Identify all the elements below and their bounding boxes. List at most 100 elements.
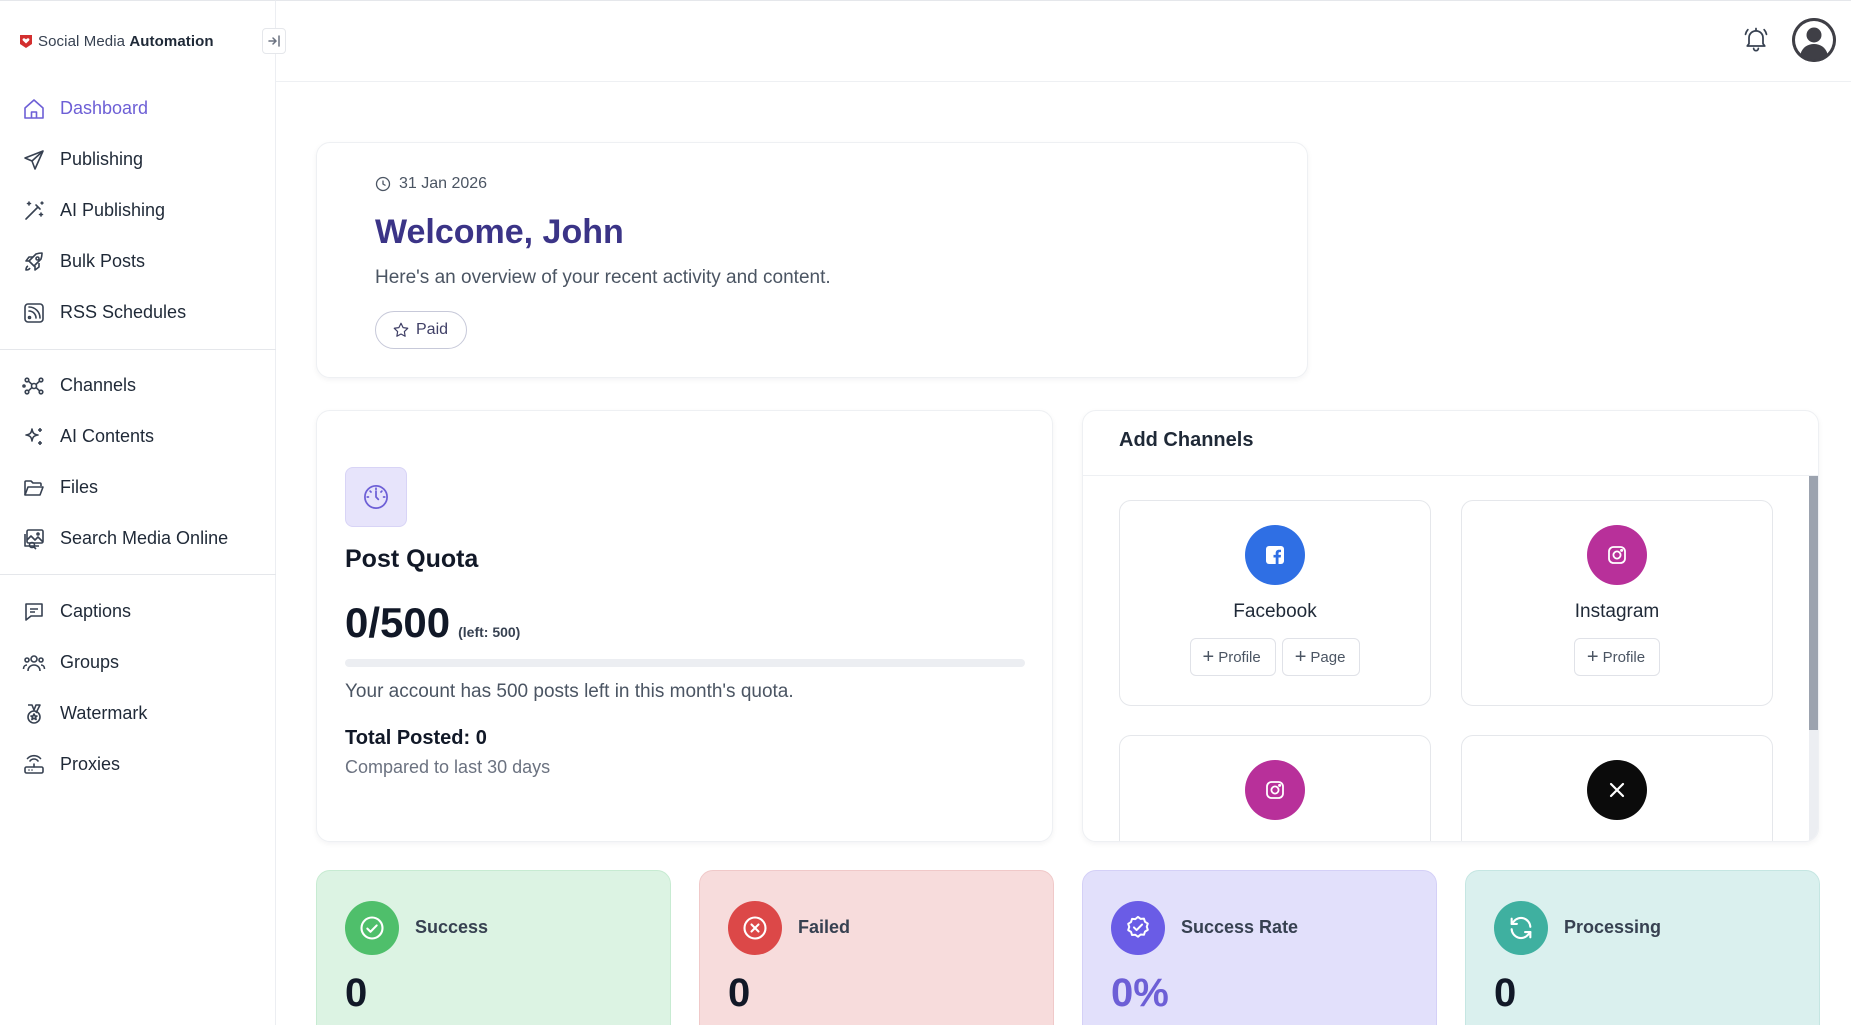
users-group-icon	[22, 654, 46, 671]
channels-scrollbar[interactable]	[1809, 476, 1818, 841]
caption-message-icon	[25, 602, 43, 621]
user-avatar[interactable]	[1792, 18, 1836, 62]
sidebar-item-ai-publishing[interactable]: AI Publishing	[0, 185, 276, 236]
stat-value: 0	[1494, 971, 1517, 1015]
medal-icon	[27, 703, 41, 724]
rocket-icon	[25, 251, 43, 271]
sparkles-icon	[25, 427, 42, 445]
current-date: 31 Jan 2026	[399, 175, 488, 192]
sidebar: Social Media Automation Dashboard Publis…	[0, 0, 286, 1025]
sidebar-item-label: Captions	[60, 601, 132, 621]
sidebar-item-label: Watermark	[60, 703, 148, 723]
home-icon	[24, 98, 44, 119]
notifications-button[interactable]	[1742, 25, 1770, 53]
plus-icon: +	[1294, 646, 1307, 668]
folder-open-icon	[24, 479, 44, 496]
channels-list: Facebook + Profile + Page Instagram + Profi…	[1083, 476, 1818, 841]
channel-card-instagram-business[interactable]	[1119, 735, 1431, 841]
sidebar-item-label: AI Publishing	[60, 200, 166, 220]
stat-card-success: Success 0	[316, 870, 671, 1025]
sidebar-item-label: AI Contents	[60, 426, 155, 446]
x-icon	[1587, 760, 1647, 820]
channel-card-instagram[interactable]: Instagram + Profile	[1461, 500, 1773, 706]
channel-card-x[interactable]	[1461, 735, 1773, 841]
sidebar-divider	[0, 349, 276, 350]
x-circle-icon	[728, 901, 782, 955]
channel-card-facebook[interactable]: Facebook + Profile + Page	[1119, 500, 1431, 706]
network-icon	[22, 376, 44, 395]
plan-label: Paid	[416, 321, 449, 338]
quota-progress-bar	[345, 659, 1025, 667]
quota-used-total: 0/500	[345, 599, 451, 646]
stat-value: 0%	[1111, 971, 1169, 1015]
router-icon	[24, 754, 44, 774]
stat-value: 0	[345, 971, 368, 1015]
quota-description: Your account has 500 posts left in this …	[345, 681, 794, 702]
channel-actions: + Profile + Page	[1120, 638, 1430, 676]
instagram-icon	[1587, 525, 1647, 585]
sidebar-item-channels[interactable]: Channels	[0, 360, 276, 411]
channels-scrollbar-thumb[interactable]	[1809, 476, 1818, 730]
refresh-icon	[1494, 901, 1548, 955]
gauge-icon	[364, 485, 388, 509]
stat-label: Success Rate	[1181, 917, 1299, 937]
sidebar-item-label: Publishing	[60, 149, 144, 169]
channel-actions: + Profile	[1462, 638, 1772, 676]
add-facebook-profile-button[interactable]: + Profile	[1189, 638, 1276, 676]
channel-name: Instagram	[1574, 601, 1660, 622]
sidebar-item-dashboard[interactable]: Dashboard	[0, 83, 276, 134]
welcome-title: Welcome, John	[375, 213, 624, 251]
welcome-card: 31 Jan 2026 Welcome, John Here's an over…	[316, 142, 1308, 378]
brand[interactable]: Social Media Automation	[18, 29, 214, 53]
quota-value: 0/500 (left: 500)	[345, 599, 520, 647]
sidebar-item-watermark[interactable]: Watermark	[0, 688, 276, 739]
sidebar-item-bulk-posts[interactable]: Bulk Posts	[0, 236, 276, 287]
sidebar-item-ai-contents[interactable]: AI Contents	[0, 411, 276, 462]
stat-label: Success	[415, 917, 489, 937]
bell-icon	[1744, 27, 1768, 52]
quota-title: Post Quota	[345, 545, 479, 573]
top-bar	[276, 0, 1851, 82]
sidebar-item-proxies[interactable]: Proxies	[0, 739, 276, 790]
sidebar-item-label: Bulk Posts	[60, 251, 146, 271]
plus-icon: +	[1586, 646, 1599, 668]
sidebar-divider	[0, 574, 276, 575]
compared-note: Compared to last 30 days	[345, 757, 551, 777]
plan-badge-button[interactable]: Paid	[375, 311, 468, 349]
facebook-icon	[1245, 525, 1305, 585]
sidebar-item-label: Channels	[60, 375, 137, 395]
add-facebook-page-button[interactable]: + Page	[1281, 638, 1361, 676]
total-posted: Total Posted: 0	[345, 727, 487, 749]
sidebar-item-rss-schedules[interactable]: RSS Schedules	[0, 287, 276, 338]
brand-logo-icon	[20, 35, 32, 48]
send-icon	[24, 149, 44, 170]
welcome-subtitle: Here's an overview of your recent activi…	[375, 267, 831, 288]
instagram-icon	[1245, 760, 1305, 820]
images-search-icon	[24, 528, 44, 550]
stat-card-failed: Failed 0	[699, 870, 1054, 1025]
sidebar-item-publishing[interactable]: Publishing	[0, 134, 276, 185]
badge-check-icon	[1111, 901, 1165, 955]
add-channels-title: Add Channels	[1119, 429, 1254, 451]
stat-label: Processing	[1564, 917, 1662, 937]
add-instagram-profile-button[interactable]: + Profile	[1573, 638, 1661, 676]
stat-card-processing: Processing 0	[1465, 870, 1820, 1025]
user-avatar-icon	[1792, 18, 1836, 62]
nav-group-content: Channels AI Contents Files Search Media …	[0, 360, 276, 564]
brand-name: Social Media Automation	[38, 32, 214, 50]
stat-value: 0	[728, 971, 751, 1015]
sidebar-item-label: Dashboard	[60, 98, 149, 118]
sidebar-item-captions[interactable]: Captions	[0, 586, 276, 637]
sidebar-item-label: RSS Schedules	[60, 302, 187, 322]
stat-card-success-rate: Success Rate 0%	[1082, 870, 1437, 1025]
add-channels-card: Add Channels Facebook + Profile + Page Ins…	[1082, 410, 1819, 842]
sidebar-item-groups[interactable]: Groups	[0, 637, 276, 688]
nav-group-main: Dashboard Publishing AI Publishing Bulk …	[0, 83, 276, 338]
clock-icon	[375, 176, 391, 192]
sidebar-item-search-media-online[interactable]: Search Media Online	[0, 513, 276, 564]
sidebar-item-label: Groups	[60, 652, 120, 672]
sidebar-item-files[interactable]: Files	[0, 462, 276, 513]
sidebar-item-label: Proxies	[60, 754, 121, 774]
nav-group-settings: Captions Groups Watermark Proxies	[0, 586, 276, 790]
stat-label: Failed	[798, 917, 851, 937]
